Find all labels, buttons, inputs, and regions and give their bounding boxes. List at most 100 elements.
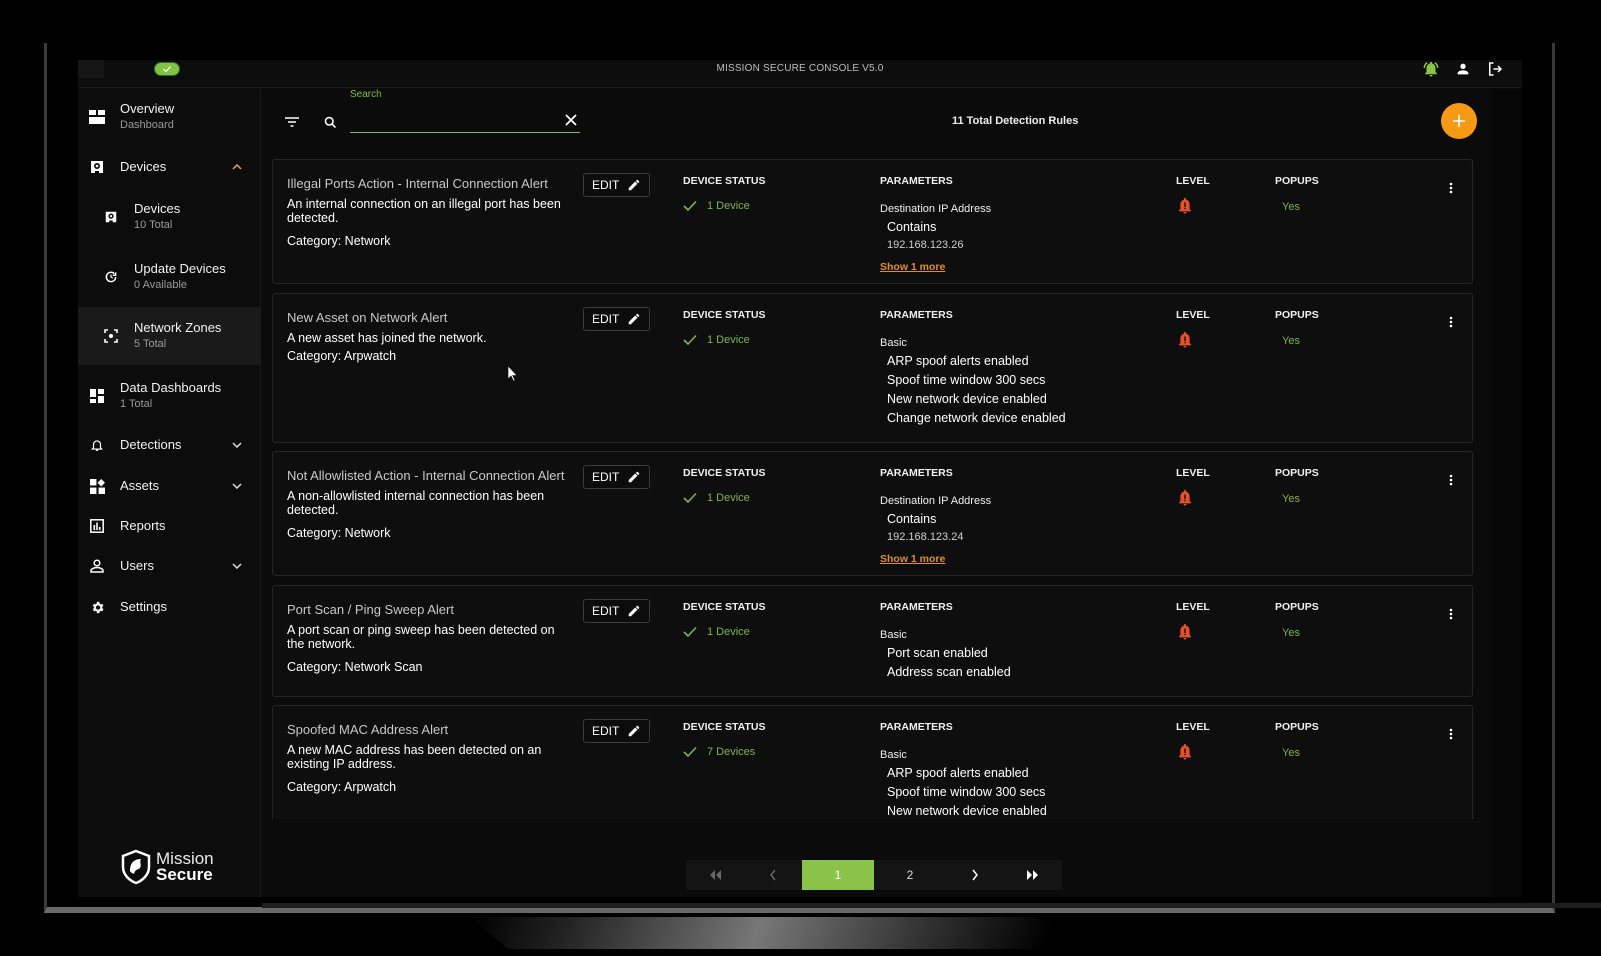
bell-icon [88,436,106,454]
clear-search-button[interactable] [562,111,580,129]
rule-category: Category: Network [287,526,391,540]
param-group: Destination IP Address [880,495,992,507]
parameters: Destination IP Address Contains 192.168.12… [880,201,991,275]
param-line: Change network device enabled [887,411,1066,425]
parameters-header: PARAMETERS [880,721,953,733]
page-1-button[interactable]: 1 [802,860,874,890]
sidebar-item-label: Update Devices [134,261,226,276]
sidebar-item-users[interactable]: Users [78,552,261,580]
sidebar-item-settings[interactable]: Settings [78,593,261,621]
level-header: LEVEL [1176,309,1210,321]
chevron-up-icon[interactable] [231,161,243,173]
show-more-link[interactable]: Show 1 more [880,261,945,273]
sidebar-item-data-dashboards[interactable]: Data Dashboards 1 Total [78,376,261,416]
mission-secure-logo: Mission Secure [120,849,214,885]
edit-label: EDIT [592,724,620,738]
device-icon [88,158,106,176]
edit-rule-button[interactable]: EDIT [583,719,650,743]
popups-value: Yes [1282,201,1300,213]
prev-page-button[interactable] [744,860,802,890]
device-status[interactable]: 1 Device [683,626,750,638]
first-page-icon [710,870,721,880]
top-bar: MISSION SECURE CONSOLE V5.0 [78,60,1522,88]
scrollbar-track[interactable] [1492,89,1522,897]
parameters-header: PARAMETERS [880,601,953,613]
chevron-down-icon[interactable] [231,480,243,492]
chevron-down-icon[interactable] [231,439,243,451]
device-status-header: DEVICE STATUS [683,601,766,613]
search-label: Search [350,89,382,100]
sidebar-item-network-zones[interactable]: Network Zones 5 Total [78,307,261,365]
edit-rule-button[interactable]: EDIT [583,307,650,331]
zone-icon [102,327,120,345]
sidebar-item-label: Network Zones [134,320,222,335]
show-more-link[interactable]: Show 1 more [880,553,945,565]
parameters-header: PARAMETERS [880,467,953,479]
last-page-button[interactable] [1004,860,1062,890]
sidebar-item-label: Reports [120,518,166,533]
sidebar-item-devices[interactable]: Devices [78,153,261,181]
check-icon [683,334,697,346]
sidebar-item-detections[interactable]: Detections [78,431,261,459]
filter-button[interactable] [282,112,302,132]
more-options-button[interactable] [1443,604,1459,624]
rule-description: A port scan or ping sweep has been detec… [287,623,555,651]
chevron-down-icon[interactable] [231,560,243,572]
param-line: New network device enabled [887,804,1047,818]
rule-description: A new MAC address has been detected on a… [287,743,542,771]
rule-description: A non-allowlisted internal connection ha… [287,489,545,517]
sidebar-item-label: Devices [120,159,167,174]
rule-title: Spoofed MAC Address Alert [287,722,449,737]
search-input[interactable] [350,109,580,133]
shield-logo-icon [121,849,151,885]
dashboard-icon [88,108,106,126]
more-options-button[interactable] [1443,312,1459,332]
edit-rule-button[interactable]: EDIT [583,599,650,623]
edit-rule-button[interactable]: EDIT [583,465,650,489]
bottom-strip [262,903,1601,908]
rule-category: Category: Network Scan [287,660,423,674]
sidebar-item-sub: 0 Available [134,279,188,291]
edit-label: EDIT [592,470,620,484]
sidebar-item-reports[interactable]: Reports [78,512,261,540]
toolbar: Search 11 Total Detection Rules [262,89,1492,159]
rule-card: Spoofed MAC Address Alert A new MAC addre… [272,705,1473,819]
alert-level-icon [1179,624,1191,640]
logout-icon [1489,62,1503,76]
param-group: Basic [880,749,907,761]
rule-card: Not Allowlisted Action - Internal Connec… [272,451,1473,576]
device-status[interactable]: 1 Device [683,200,750,212]
profile-button[interactable] [1454,60,1472,78]
prev-page-icon [770,869,776,881]
device-status[interactable]: 1 Device [683,492,750,504]
add-rule-button[interactable] [1441,103,1477,139]
notifications-button[interactable] [1422,60,1440,78]
first-page-button[interactable] [686,860,744,890]
report-icon [88,517,106,535]
user-icon [88,557,106,575]
more-options-button[interactable] [1443,724,1459,744]
param-line: ARP spoof alerts enabled [887,354,1029,368]
rule-card: Illegal Ports Action - Internal Connecti… [272,159,1473,284]
sidebar-item-devices-list[interactable]: Devices 10 Total [78,197,261,237]
logout-button[interactable] [1486,60,1504,78]
device-count: 1 Device [707,200,750,212]
edit-rule-button[interactable]: EDIT [583,173,650,197]
pencil-icon [628,605,640,617]
page-2-button[interactable]: 2 [874,860,946,890]
edit-label: EDIT [592,312,620,326]
sidebar-item-update-devices[interactable]: Update Devices 0 Available [78,257,261,297]
sidebar-item-assets[interactable]: Assets [78,472,261,500]
plus-icon [1453,115,1465,127]
more-options-button[interactable] [1443,470,1459,490]
sidebar-item-label: Settings [120,599,167,614]
more-options-button[interactable] [1443,178,1459,198]
device-status[interactable]: 1 Device [683,334,750,346]
device-status[interactable]: 7 Devices [683,746,755,758]
sidebar-item-sub: 5 Total [134,338,167,350]
rule-title: Illegal Ports Action - Internal Connecti… [287,176,548,191]
rule-card: New Asset on Network Alert A new asset ha… [272,293,1473,443]
check-icon [683,746,697,758]
next-page-button[interactable] [946,860,1004,890]
sidebar-item-overview[interactable]: Overview Dashboard [78,97,261,137]
